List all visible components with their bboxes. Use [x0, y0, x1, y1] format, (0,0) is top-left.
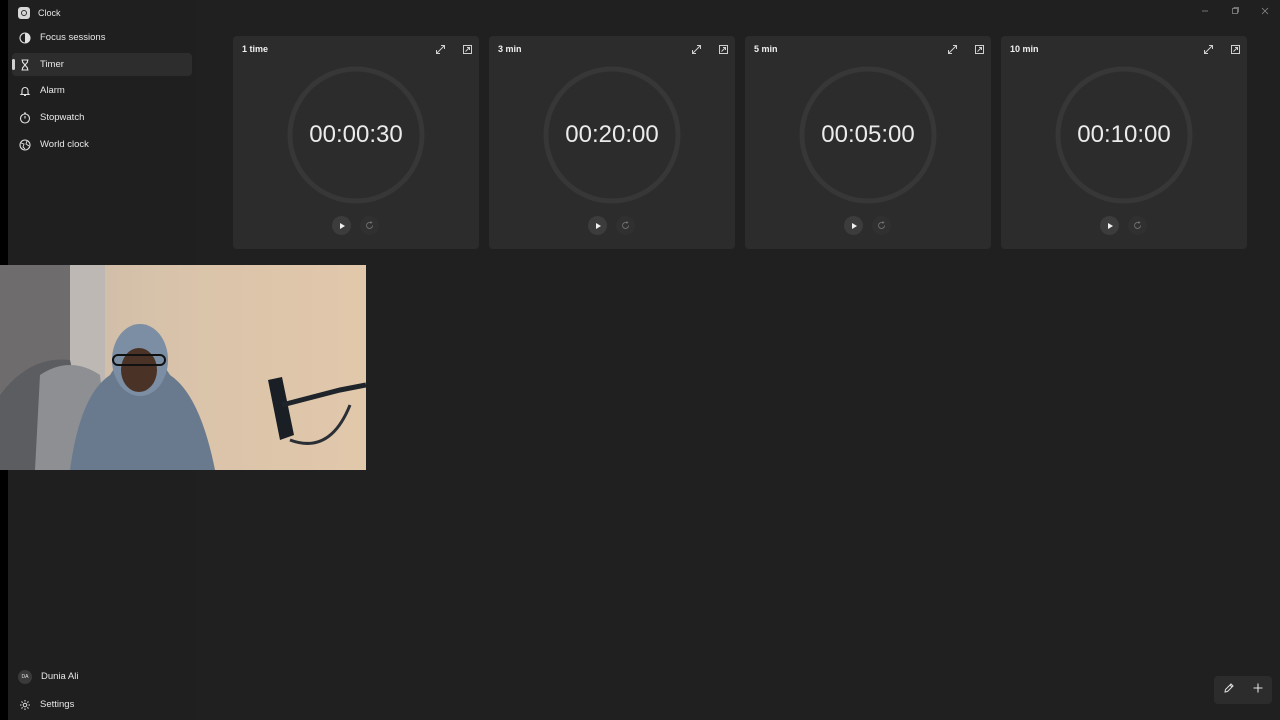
play-icon [594, 217, 602, 235]
sidebar-item-label: World clock [40, 139, 89, 150]
sidebar-item-alarm[interactable]: Alarm [12, 79, 192, 102]
avatar: DA [18, 669, 32, 684]
window-controls [1190, 0, 1280, 24]
sidebar-item-label: Focus sessions [40, 32, 106, 43]
timer-name: 10 min [1010, 44, 1039, 54]
app-title-bar: Clock [18, 4, 61, 22]
timer-card[interactable]: 10 min 00:10:00 [1001, 36, 1247, 249]
reset-button[interactable] [872, 216, 891, 235]
plus-icon [1252, 681, 1264, 699]
play-button[interactable] [1100, 216, 1119, 235]
sidebar-item-label: Alarm [40, 85, 65, 96]
settings-label: Settings [40, 699, 75, 710]
sidebar-item-label: Stopwatch [40, 112, 85, 123]
reset-icon [365, 217, 374, 235]
reset-button[interactable] [1128, 216, 1147, 235]
play-button[interactable] [332, 216, 351, 235]
add-timer-button[interactable] [1248, 680, 1268, 700]
edit-timers-button[interactable] [1219, 680, 1239, 700]
maximize-button[interactable] [1220, 0, 1250, 24]
timer-time: 00:00:30 [309, 121, 403, 148]
account-button[interactable]: DA Dunia Ali [12, 665, 192, 688]
timer-time: 00:20:00 [565, 121, 659, 148]
minimize-button[interactable] [1190, 0, 1220, 24]
reset-icon [621, 217, 630, 235]
globe-icon [19, 138, 31, 151]
expand-icon[interactable] [1202, 43, 1214, 55]
webcam-video [0, 265, 366, 470]
play-button[interactable] [588, 216, 607, 235]
close-button[interactable] [1250, 0, 1280, 24]
expand-icon[interactable] [946, 43, 958, 55]
play-icon [850, 217, 858, 235]
hourglass-icon [19, 58, 31, 71]
bell-icon [19, 85, 31, 97]
reset-button[interactable] [360, 216, 379, 235]
keep-on-top-icon[interactable] [717, 43, 729, 55]
sidebar-item-stopwatch[interactable]: Stopwatch [12, 106, 192, 129]
focus-icon [19, 31, 31, 44]
expand-icon[interactable] [690, 43, 702, 55]
timer-card[interactable]: 5 min 00:05:00 [745, 36, 991, 249]
settings-button[interactable]: Settings [12, 693, 192, 716]
expand-icon[interactable] [434, 43, 446, 55]
sidebar-item-world-clock[interactable]: World clock [12, 133, 192, 156]
reset-button[interactable] [616, 216, 635, 235]
timer-card[interactable]: 1 time 00:00:30 [233, 36, 479, 249]
play-icon [1106, 217, 1114, 235]
pencil-icon [1223, 681, 1235, 699]
play-icon [338, 217, 346, 235]
sidebar-item-label: Timer [40, 59, 64, 70]
minimize-icon [1200, 3, 1210, 21]
app-title: Clock [38, 8, 61, 18]
timer-time: 00:05:00 [821, 121, 915, 148]
reset-icon [877, 217, 886, 235]
gear-icon [19, 699, 31, 711]
keep-on-top-icon[interactable] [1229, 43, 1241, 55]
timer-name: 5 min [754, 44, 778, 54]
webcam-overlay [0, 265, 366, 470]
sidebar-item-focus-sessions[interactable]: Focus sessions [12, 26, 192, 49]
clock-app-icon [18, 7, 30, 19]
reset-icon [1133, 217, 1142, 235]
user-name: Dunia Ali [41, 671, 79, 682]
timer-card[interactable]: 3 min 00:20:00 [489, 36, 735, 249]
play-button[interactable] [844, 216, 863, 235]
timer-name: 1 time [242, 44, 269, 54]
timer-time: 00:10:00 [1077, 121, 1171, 148]
keep-on-top-icon[interactable] [461, 43, 473, 55]
timer-name: 3 min [498, 44, 522, 54]
keep-on-top-icon[interactable] [973, 43, 985, 55]
close-icon [1260, 3, 1270, 21]
timer-actions-bar [1214, 676, 1272, 704]
sidebar-item-timer[interactable]: Timer [12, 53, 192, 76]
maximize-icon [1230, 3, 1240, 21]
stopwatch-icon [19, 111, 31, 124]
